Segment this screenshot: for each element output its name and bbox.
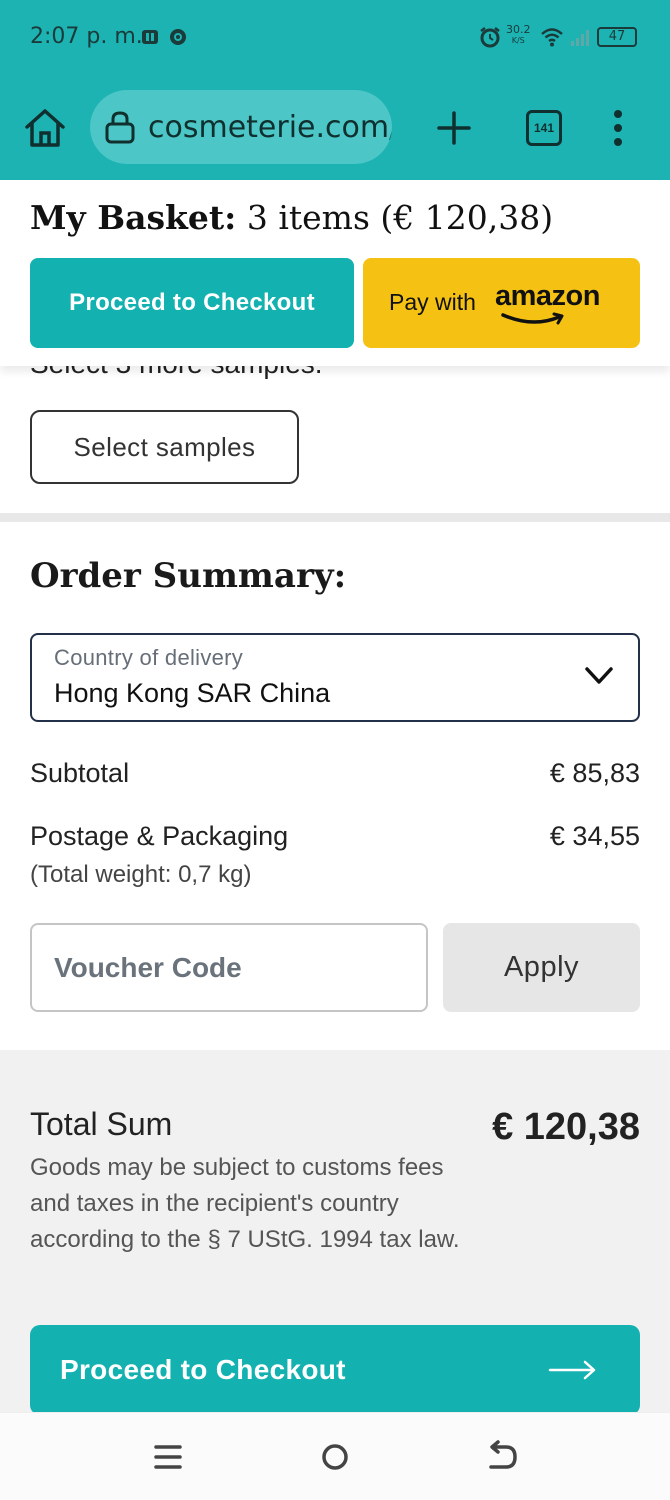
- amazon-smile-icon: [501, 312, 564, 325]
- total-section: Total Sum € 120,38 Goods may be subject …: [0, 1050, 670, 1415]
- url-text: cosmeterie.com/s: [148, 110, 392, 145]
- browser-toolbar: cosmeterie.com/s 141: [0, 88, 670, 168]
- apply-voucher-button[interactable]: Apply: [443, 923, 640, 1012]
- status-time: 2:07 p. m.: [30, 24, 143, 49]
- section-divider: [0, 513, 670, 522]
- wifi-icon: [541, 28, 563, 47]
- alarm-icon: [480, 27, 500, 48]
- home-circle-icon[interactable]: [315, 1439, 355, 1475]
- chevron-down-icon: [585, 667, 613, 684]
- back-icon[interactable]: [482, 1439, 522, 1475]
- arrow-right-icon: [548, 1360, 596, 1380]
- proceed-to-checkout-top-button[interactable]: Proceed to Checkout: [30, 258, 354, 348]
- plus-icon[interactable]: [436, 110, 472, 146]
- battery-icon: 47: [597, 27, 637, 47]
- system-navigation-bar: [0, 1412, 670, 1500]
- country-of-delivery-select[interactable]: Country of delivery Hong Kong SAR China: [30, 633, 640, 722]
- signal-icon: [571, 30, 589, 46]
- subtotal-value: € 85,83: [549, 758, 640, 788]
- basket-title: My Basket: 3 items (€ 120,38): [30, 198, 553, 237]
- proceed-to-checkout-label: Proceed to Checkout: [60, 1354, 346, 1385]
- more-vert-icon[interactable]: [606, 108, 630, 148]
- browser-chrome: 2:07 p. m. 30.2 K/S 47 cosmeterie.com/s …: [0, 0, 670, 180]
- total-weight-note: (Total weight: 0,7 kg): [30, 861, 252, 888]
- total-sum-label: Total Sum: [30, 1106, 173, 1142]
- recents-icon[interactable]: [148, 1439, 188, 1475]
- notification-app-icon: [142, 30, 158, 44]
- total-sum-value: € 120,38: [492, 1106, 640, 1148]
- country-of-delivery-label: Country of delivery: [54, 645, 244, 670]
- network-rate-value: 30.2: [506, 23, 531, 36]
- tabs-icon[interactable]: 141: [526, 110, 562, 146]
- postage-value: € 34,55: [549, 821, 640, 851]
- home-icon[interactable]: [22, 106, 68, 150]
- pay-with-amazon-button[interactable]: Pay with amazon: [363, 258, 640, 348]
- amazon-logo-text: amazon: [495, 280, 600, 312]
- basket-title-summary: 3 items (€ 120,38): [236, 198, 554, 237]
- network-rate-unit: K/S: [511, 36, 525, 45]
- voucher-code-input[interactable]: [32, 925, 426, 1010]
- postage-label: Postage & Packaging: [30, 821, 289, 851]
- basket-title-label: My Basket:: [30, 198, 237, 237]
- notification-record-icon: [170, 29, 186, 45]
- order-summary-title: Order Summary:: [30, 556, 347, 596]
- lock-icon: [105, 111, 135, 144]
- select-samples-button[interactable]: Select samples: [30, 410, 299, 484]
- basket-sticky-header: My Basket: 3 items (€ 120,38) Proceed to…: [0, 180, 670, 366]
- pay-with-label: Pay with: [389, 289, 476, 315]
- country-of-delivery-value: Hong Kong SAR China: [54, 678, 331, 708]
- customs-note: Goods may be subject to customs fees and…: [30, 1154, 460, 1253]
- voucher-code-field: [30, 923, 428, 1012]
- proceed-to-checkout-bottom-button[interactable]: Proceed to Checkout: [30, 1325, 640, 1415]
- status-bar: 2:07 p. m. 30.2 K/S 47: [0, 0, 670, 75]
- network-rate: 30.2 K/S: [506, 24, 531, 46]
- subtotal-label: Subtotal: [30, 758, 130, 788]
- url-bar[interactable]: cosmeterie.com/s: [90, 90, 392, 164]
